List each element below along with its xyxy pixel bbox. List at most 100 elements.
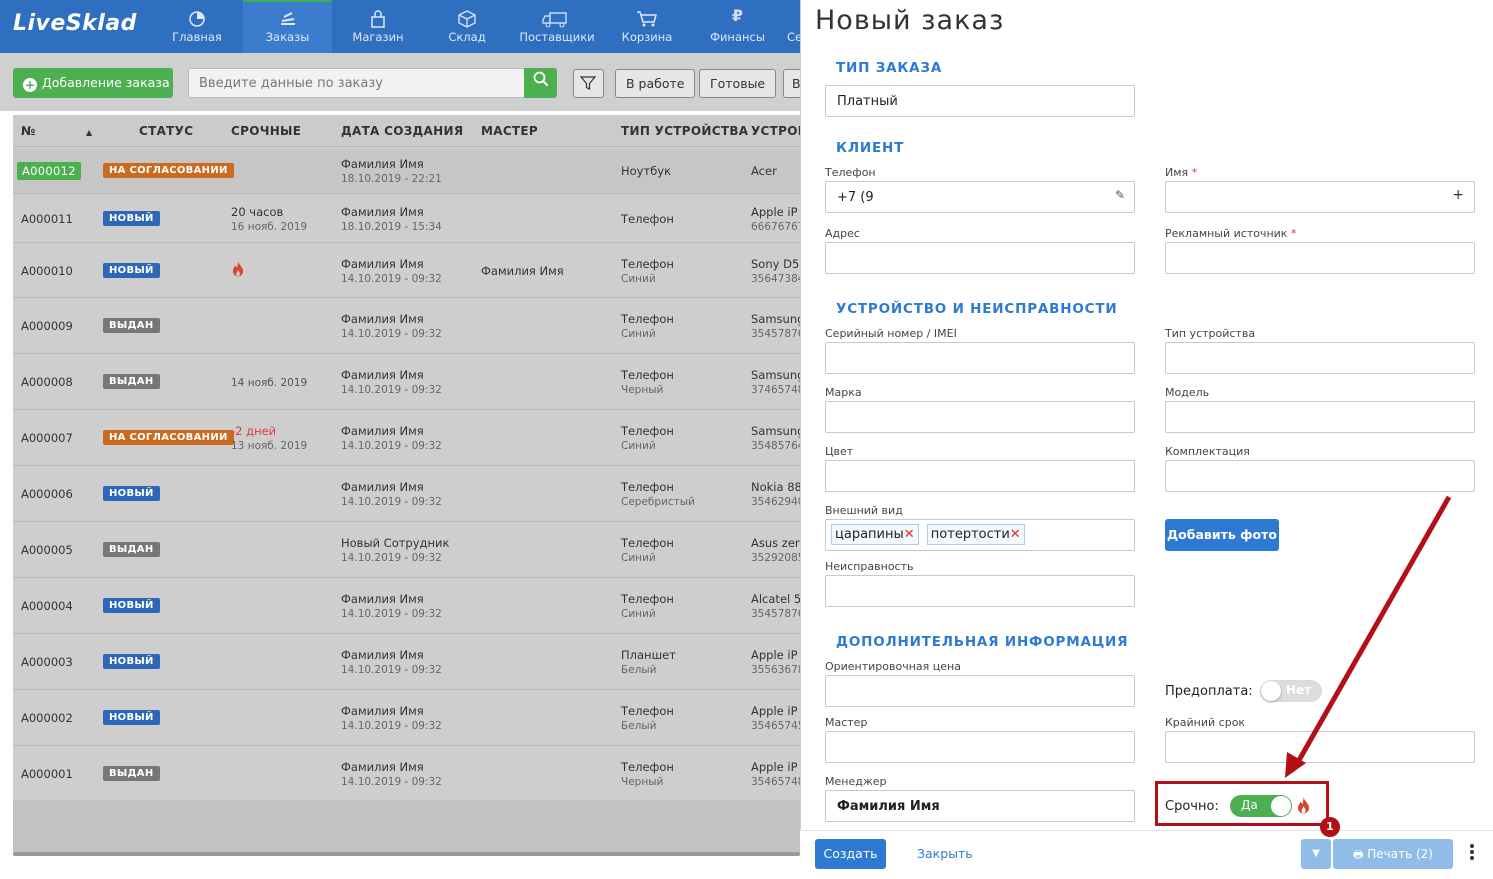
tag-remove-icon[interactable]: ✕ <box>1010 527 1021 542</box>
pie-chart-icon <box>187 10 207 31</box>
order-number[interactable]: A000001 <box>21 767 73 781</box>
created-cell: Новый Сотрудник 14.10.2019 - 09:32 <box>341 536 450 564</box>
order-number[interactable]: A000006 <box>21 487 73 501</box>
order-number[interactable]: A000007 <box>21 431 73 445</box>
name-field[interactable]: + <box>1165 181 1475 213</box>
deadline-field[interactable] <box>1165 731 1475 763</box>
kit-field[interactable] <box>1165 460 1475 492</box>
order-number[interactable]: A000002 <box>21 711 73 725</box>
app-logo[interactable]: LiveSklad <box>13 11 137 36</box>
device-cell: Samsung 35457876 <box>751 312 800 340</box>
col-device[interactable]: УСТРОЙ <box>751 124 800 138</box>
created-cell: Фамилия Имя 14.10.2019 - 09:32 <box>341 424 442 452</box>
brand-label: Марка <box>825 386 862 399</box>
master-label: Мастер <box>825 716 868 729</box>
create-button[interactable]: Создать <box>815 839 886 869</box>
status-badge: ВЫДАН <box>103 317 160 333</box>
filter-ready-button[interactable]: Готовые <box>699 69 777 98</box>
device-type-field[interactable] <box>1165 342 1475 374</box>
manager-field[interactable]: Фамилия Имя <box>825 790 1135 822</box>
device-type-cell: Телефон Синий <box>621 256 674 285</box>
nav-suppliers[interactable]: Поставщики <box>517 0 597 53</box>
tag-remove-icon[interactable]: ✕ <box>904 527 915 542</box>
col-urgent[interactable]: СРОЧНЫЕ <box>231 124 301 138</box>
created-cell: Фамилия Имя 14.10.2019 - 09:32 <box>341 704 442 732</box>
status-badge: НОВЫЙ <box>103 597 160 613</box>
status-badge: НОВЫЙ <box>103 709 160 725</box>
status-badge: НОВЫЙ <box>103 485 160 501</box>
order-number[interactable]: A000005 <box>21 543 73 557</box>
add-photo-button[interactable]: Добавить фото <box>1165 519 1279 551</box>
more-menu-icon[interactable] <box>1470 844 1476 864</box>
add-order-button[interactable]: + Добавление заказа <box>13 68 173 98</box>
prepay-toggle[interactable]: Нет <box>1260 680 1322 702</box>
close-button[interactable]: Закрыть <box>917 846 973 861</box>
sort-asc-icon[interactable]: ▲ <box>86 128 92 137</box>
brand-field[interactable] <box>825 401 1135 433</box>
order-number[interactable]: A000008 <box>21 375 73 389</box>
ad-source-field[interactable] <box>1165 242 1475 274</box>
search-input[interactable]: Введите данные по заказу <box>188 68 525 98</box>
nav-orders[interactable]: Заказы <box>243 0 332 53</box>
fault-field[interactable] <box>825 575 1135 607</box>
created-cell: Фамилия Имя 14.10.2019 - 09:32 <box>341 312 442 340</box>
annotation-highlight-box <box>1155 781 1329 826</box>
nav-home[interactable]: Главная <box>165 0 229 53</box>
filter-more-button[interactable]: В <box>783 69 800 98</box>
order-type-select[interactable]: Платный <box>825 85 1135 117</box>
col-created[interactable]: ДАТА СОЗДАНИЯ <box>341 124 463 138</box>
serial-field[interactable] <box>825 342 1135 374</box>
filter-button[interactable] <box>573 69 604 98</box>
col-master[interactable]: МАСТЕР <box>481 124 538 138</box>
print-dropdown-button[interactable]: ▼ <box>1301 839 1331 869</box>
device-cell: Apple iP 66676767 <box>751 204 800 233</box>
col-type[interactable]: ТИП УСТРОЙСТВА <box>621 124 748 138</box>
device-type-cell: Телефон Белый <box>621 704 674 732</box>
print-button[interactable]: 🖶 Печать (2) <box>1333 839 1453 869</box>
device-cell: Alcatel 5 35457876 <box>751 592 800 620</box>
search-button[interactable] <box>524 68 557 98</box>
device-type-cell: Телефон <box>621 211 674 226</box>
stack-icon <box>278 10 298 31</box>
master-field[interactable] <box>825 731 1135 763</box>
pencil-icon[interactable]: ✎ <box>1115 188 1125 202</box>
nav-shop[interactable]: Магазин <box>343 0 413 53</box>
phone-field[interactable]: +7 (9 ✎ <box>825 181 1135 213</box>
address-field[interactable] <box>825 242 1135 274</box>
nav-finance[interactable]: ₽ Финансы <box>705 0 770 53</box>
order-number[interactable]: A000004 <box>21 599 73 613</box>
order-number[interactable]: A000003 <box>21 655 73 669</box>
nav-warehouse[interactable]: Склад <box>433 0 501 53</box>
order-number[interactable]: A000009 <box>21 319 73 333</box>
status-badge: НОВЫЙ <box>103 210 160 226</box>
nav-cart[interactable]: Корзина <box>617 0 677 53</box>
lock-bag-icon <box>368 10 388 31</box>
color-field[interactable] <box>825 460 1135 492</box>
device-cell: Nokia 88 35462940 <box>751 480 800 508</box>
plus-icon: + <box>23 78 37 92</box>
device-type-cell: Планшет Белый <box>621 648 676 676</box>
add-icon[interactable]: + <box>1452 187 1464 203</box>
funnel-icon <box>579 76 597 91</box>
order-number[interactable]: A000011 <box>21 212 73 226</box>
device-type-cell: Телефон Синий <box>621 592 674 620</box>
status-badge: НОВЫЙ <box>103 262 160 278</box>
col-num[interactable]: № <box>21 124 36 138</box>
model-field[interactable] <box>1165 401 1475 433</box>
order-number[interactable]: A000010 <box>21 264 73 278</box>
filter-in-work-button[interactable]: В работе <box>615 69 696 98</box>
toggle-knob <box>1261 681 1281 701</box>
device-cell: Acer <box>751 164 777 178</box>
nav-settings[interactable]: Се <box>782 0 800 53</box>
horizontal-scrollbar[interactable] <box>13 852 800 856</box>
status-badge: ВЫДАН <box>103 765 160 781</box>
annotation-number-badge: 1 <box>1320 817 1340 837</box>
price-label: Ориентировочная цена <box>825 660 961 673</box>
section-order-type: ТИП ЗАКАЗА <box>836 60 943 76</box>
appearance-field[interactable]: царапины✕ потертости✕ <box>825 519 1135 551</box>
created-cell: Фамилия Имя 18.10.2019 - 22:21 <box>341 157 442 185</box>
price-field[interactable] <box>825 675 1135 707</box>
section-device: УСТРОЙСТВО И НЕИСПРАВНОСТИ <box>836 301 1118 317</box>
col-status[interactable]: СТАТУС <box>139 124 193 138</box>
order-number[interactable]: A000012 <box>17 162 81 180</box>
